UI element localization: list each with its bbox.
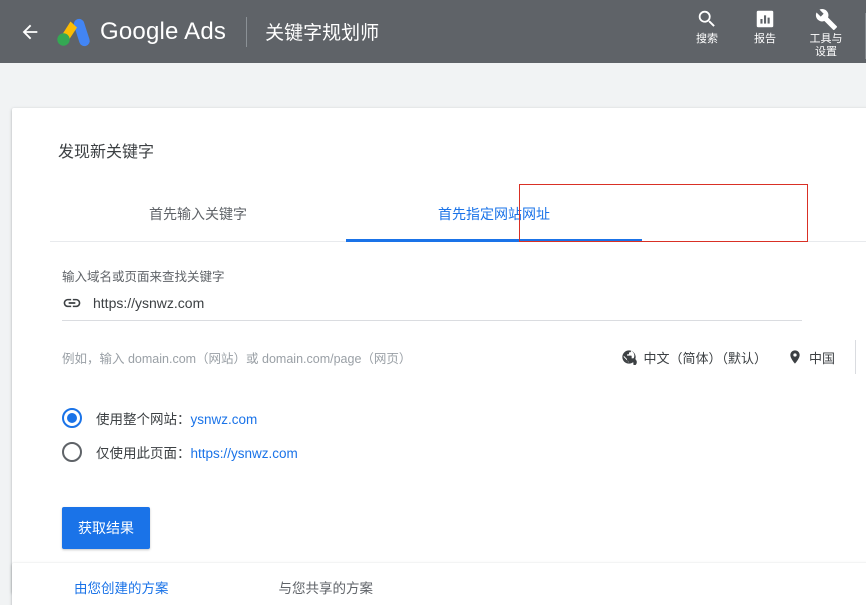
report-icon bbox=[754, 7, 776, 31]
brand-name: Google Ads bbox=[100, 18, 226, 46]
url-input[interactable] bbox=[88, 295, 802, 311]
toolbar-search-label: 搜索 bbox=[696, 33, 718, 46]
plans-card: 由您创建的方案 与您共享的方案 bbox=[12, 563, 866, 605]
toolbar-reports-label: 报告 bbox=[754, 33, 776, 46]
tab-start-with-keywords-label: 首先输入关键字 bbox=[149, 204, 247, 224]
globe-icon bbox=[621, 349, 637, 365]
toolbar-reports[interactable]: 报告 bbox=[737, 7, 793, 46]
product-title: 关键字规划师 bbox=[265, 18, 379, 45]
language-selector[interactable]: 中文（简体）（默认） bbox=[621, 348, 767, 367]
google-ads-logo-icon bbox=[54, 12, 96, 52]
appbar-divider bbox=[246, 17, 247, 47]
app-bar: Google Ads 关键字规划师 搜索 bbox=[0, 0, 866, 63]
radio-this-page-only-label: 仅使用此页面：https://ysnwz.com bbox=[96, 442, 298, 462]
hint-and-settings-row: 例如，输入 domain.com（网站）或 domain.com/page（网页… bbox=[62, 333, 866, 381]
tab-start-with-keywords[interactable]: 首先输入关键字 bbox=[50, 186, 346, 242]
radio-entire-site[interactable]: 使用整个网站：ysnwz.com bbox=[62, 401, 866, 435]
page-title: 发现新关键字 bbox=[12, 108, 866, 162]
radio-this-page-only-prefix: 仅使用此页面： bbox=[96, 446, 191, 461]
tab-plans-shared-with-you[interactable]: 与您共享的方案 bbox=[279, 577, 374, 597]
toolbar-tools-settings[interactable]: 工具与 设置 bbox=[795, 7, 857, 59]
link-icon bbox=[62, 293, 88, 313]
back-arrow-icon bbox=[19, 21, 41, 43]
discover-keywords-card: 发现新关键字 首先输入关键字 首先指定网站网址 输入域名或页面来查找关键字 bbox=[12, 108, 866, 593]
tab-start-with-website[interactable]: 首先指定网站网址 bbox=[346, 186, 642, 242]
language-selector-label: 中文（简体）（默认） bbox=[643, 348, 767, 367]
targeting-chips: 中文（简体）（默认） 中国 使用 源 bbox=[601, 333, 866, 381]
get-results-button[interactable]: 获取结果 bbox=[62, 507, 150, 549]
radio-this-page-only-control[interactable] bbox=[62, 442, 82, 462]
radio-this-page-only[interactable]: 仅使用此页面：https://ysnwz.com bbox=[62, 435, 866, 469]
radio-entire-site-control[interactable] bbox=[62, 408, 82, 428]
back-button[interactable] bbox=[10, 12, 50, 52]
scope-radio-group: 使用整个网站：ysnwz.com 仅使用此页面：https://ysnwz.co… bbox=[62, 401, 866, 469]
toolbar-search[interactable]: 搜索 bbox=[679, 7, 735, 46]
radio-entire-site-label: 使用整个网站：ysnwz.com bbox=[96, 408, 257, 428]
location-selector[interactable]: 中国 bbox=[787, 348, 835, 367]
url-field-hint: 例如，输入 domain.com（网站）或 domain.com/page（网页… bbox=[62, 348, 411, 367]
radio-this-page-only-url: https://ysnwz.com bbox=[191, 446, 298, 461]
plans-tab-bar: 由您创建的方案 与您共享的方案 bbox=[12, 563, 866, 605]
location-pin-icon bbox=[787, 349, 803, 365]
wrench-icon bbox=[815, 7, 838, 31]
search-icon bbox=[696, 7, 718, 31]
tab-start-with-website-label: 首先指定网站网址 bbox=[438, 204, 550, 224]
tab-plans-created-by-you[interactable]: 由您创建的方案 bbox=[74, 577, 169, 597]
appbar-tools: 搜索 报告 工具与 bbox=[679, 0, 866, 63]
tab-bar: 首先输入关键字 首先指定网站网址 bbox=[50, 186, 866, 242]
page-root: Google Ads 关键字规划师 搜索 bbox=[0, 0, 866, 605]
toolbar-tools-settings-label: 工具与 设置 bbox=[810, 33, 843, 59]
radio-entire-site-prefix: 使用整个网站： bbox=[96, 412, 191, 427]
url-field-label: 输入域名或页面来查找关键字 bbox=[62, 242, 866, 285]
form-body: 输入域名或页面来查找关键字 例如，输入 domain.com（网站）或 doma… bbox=[12, 242, 866, 593]
location-selector-label: 中国 bbox=[809, 348, 835, 367]
url-field-row[interactable] bbox=[62, 293, 802, 321]
radio-entire-site-url: ysnwz.com bbox=[191, 412, 258, 427]
chips-divider bbox=[855, 340, 856, 374]
